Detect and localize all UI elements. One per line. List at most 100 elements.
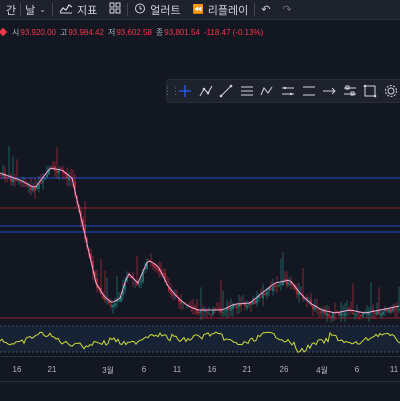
candle-body <box>218 308 220 310</box>
measure-icon[interactable] <box>278 80 299 102</box>
candle-body <box>388 308 390 313</box>
candle-body <box>382 311 384 315</box>
candle-body <box>284 279 286 281</box>
candle-body <box>324 309 326 315</box>
candle-body <box>262 292 264 299</box>
x-tick-label: 21 <box>47 365 57 374</box>
candle-body <box>58 170 60 174</box>
x-tick-label: 21 <box>242 365 252 374</box>
bottom-bar <box>0 381 400 401</box>
candle-body <box>20 182 22 184</box>
candle-body <box>366 313 368 315</box>
close-label: 종 <box>155 27 164 37</box>
candle-body <box>244 302 246 307</box>
x-tick-label: 26 <box>279 365 289 374</box>
candle-body <box>276 285 278 287</box>
candle-body <box>330 315 332 318</box>
candle-body <box>140 280 142 283</box>
candle-body <box>396 309 398 311</box>
candle-body <box>156 267 158 270</box>
moving-average-line <box>0 167 400 314</box>
candle-body <box>16 179 18 181</box>
fib-retracement-icon[interactable] <box>237 80 258 102</box>
candle-body <box>112 304 114 308</box>
candle-body <box>222 312 224 314</box>
path-icon[interactable] <box>319 80 340 102</box>
candle-body <box>154 265 156 268</box>
candle-body <box>264 293 266 296</box>
candle-body <box>10 175 12 182</box>
x-tick-label: 6 <box>141 365 147 374</box>
candle-body <box>252 301 254 305</box>
candle-body <box>170 290 172 295</box>
candle-body <box>38 184 40 189</box>
candle-body <box>42 180 44 183</box>
candle-body <box>292 285 294 287</box>
candle-body <box>348 308 350 310</box>
candle-body <box>52 167 54 169</box>
candle-body <box>110 304 112 307</box>
candle-body <box>0 174 2 176</box>
open-value: 93,920.00 <box>20 27 56 37</box>
candle-body <box>312 306 314 310</box>
trend-line-icon[interactable] <box>216 80 237 102</box>
candle-body <box>342 313 344 315</box>
candle-body <box>354 314 356 316</box>
candle-body <box>152 264 154 267</box>
candle-body <box>106 299 108 301</box>
candle-body <box>40 182 42 184</box>
candle-body <box>278 284 280 286</box>
abcd-pattern-icon[interactable] <box>257 80 278 102</box>
candle-body <box>224 310 226 312</box>
candle-body <box>374 312 376 314</box>
close-value: 93,801.54 <box>164 27 200 37</box>
change-value: -118.47 (-0.13%) <box>203 27 264 37</box>
candle-body <box>206 311 208 313</box>
cursor-cross-icon[interactable] <box>175 80 196 102</box>
candle-body <box>212 309 214 315</box>
candle-body <box>394 308 396 310</box>
x-tick-label: 4월 <box>316 366 328 375</box>
low-value: 93,602.58 <box>116 27 152 37</box>
candle-body <box>288 282 290 285</box>
drag-handle-icon[interactable]: ⋮⋮ <box>163 80 180 102</box>
channel-icon[interactable] <box>298 80 319 102</box>
candle-body <box>18 181 20 183</box>
candle-body <box>266 291 268 295</box>
x-tick-label: 16 <box>12 365 22 374</box>
trend-pattern-icon[interactable] <box>196 80 217 102</box>
settings-icon[interactable] <box>380 80 400 102</box>
candle-body <box>172 293 174 296</box>
candle-body <box>60 168 62 170</box>
horizontal-lines <box>0 177 400 319</box>
candle-body <box>70 178 72 180</box>
high-value: 93,984.42 <box>68 27 104 37</box>
candle-body <box>138 283 140 285</box>
range-icon[interactable] <box>339 80 360 102</box>
candle-body <box>380 313 382 316</box>
candle-body <box>326 313 328 316</box>
candle-body <box>128 276 130 278</box>
x-tick-label: 16 <box>207 365 217 374</box>
candle-body <box>200 310 202 313</box>
x-tick-label: 3월 <box>102 366 114 375</box>
candle-body <box>210 314 212 316</box>
candle-body <box>280 283 282 285</box>
rectangle-icon[interactable] <box>360 80 381 102</box>
candle-body <box>360 314 362 317</box>
candle-body <box>36 186 38 190</box>
price-chart[interactable] <box>0 0 400 356</box>
candle-body <box>322 310 324 313</box>
candle-body <box>228 307 230 310</box>
candle-body <box>204 310 206 312</box>
time-axis[interactable]: 16 21 3월 6 11 16 21 26 4월 6 11 <box>0 356 400 381</box>
candle-body <box>230 307 232 311</box>
candle-body <box>254 300 256 304</box>
x-tick-label: 11 <box>172 365 182 374</box>
candle-body <box>344 312 346 316</box>
candle-body <box>392 307 394 312</box>
candle-body <box>6 177 8 179</box>
candle-body <box>320 311 322 314</box>
candle-body <box>340 312 342 317</box>
candle-body <box>68 177 70 180</box>
